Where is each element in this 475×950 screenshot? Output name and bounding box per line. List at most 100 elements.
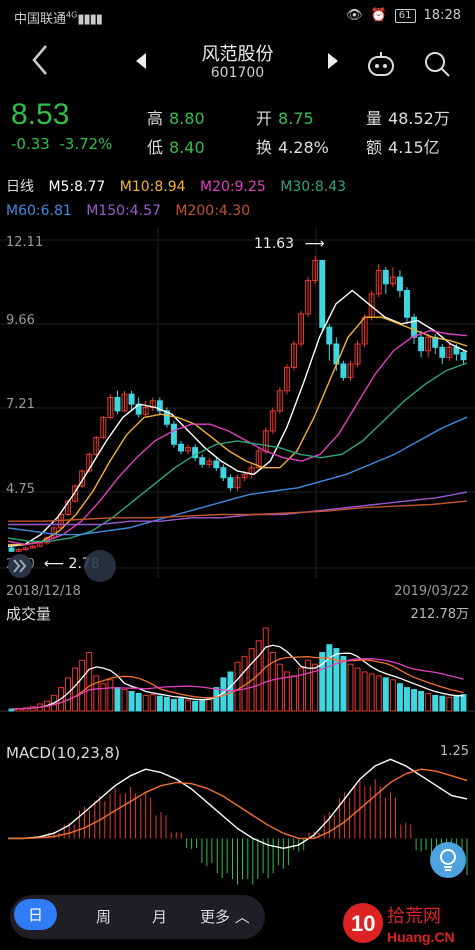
volume-bar (347, 663, 354, 712)
date-start: 2018/12/18 (6, 584, 81, 599)
ma-line-m200 (8, 500, 468, 522)
alarm-icon: ⏰ (370, 8, 387, 23)
candle-body (220, 467, 227, 479)
volume-bar (425, 692, 432, 712)
ma-item: M10:8.94 (119, 179, 186, 195)
candle-body (178, 443, 184, 452)
volume-bar (72, 667, 79, 712)
volume-bar (213, 687, 220, 712)
candle-body (404, 289, 410, 318)
volume-bar (163, 696, 170, 712)
period-label[interactable]: 日线 (6, 179, 34, 195)
ma-item: M30:8.43 (280, 179, 347, 195)
volume-bar (185, 699, 192, 712)
volume-bar (382, 677, 389, 712)
next-stock-icon[interactable] (326, 52, 340, 70)
macd-dif-line (8, 758, 468, 850)
volume-bar (192, 700, 199, 712)
watermark-logo: 10 拾荒网 Huang.CN (335, 898, 475, 948)
volume-bar (333, 648, 340, 712)
candle-body (340, 363, 347, 378)
tab-more[interactable]: 更多 ︿ (200, 906, 250, 927)
volume-bar (234, 661, 241, 712)
candle-body (128, 393, 135, 405)
y-tick-label: 4.75 (6, 482, 35, 497)
volume-bar (107, 679, 114, 712)
volume-bar (86, 651, 93, 712)
y-tick-label: 12.11 (6, 235, 44, 250)
candle-body (453, 346, 460, 355)
max-price-label: 11.63 ⟶ (254, 236, 325, 252)
turnover-rate: 换 4.28% (256, 138, 329, 157)
ma-legend: 日线 M5:8.77 M10:8.94 M20:9.25 M30:8.43 M6… (6, 175, 471, 223)
tab-week[interactable]: 周 (96, 906, 111, 927)
volume-bar (361, 671, 368, 712)
watermark-text: 拾荒网 (387, 906, 441, 927)
candle-body (439, 346, 446, 358)
y-tick-label: 9.66 (6, 313, 35, 328)
volume-bar (156, 695, 163, 712)
candle-body (227, 477, 234, 489)
volume-bar (460, 694, 467, 712)
volume-bar (93, 675, 100, 712)
volume-bar (79, 659, 86, 712)
volume-bar (142, 694, 149, 712)
volume-bar (432, 694, 439, 712)
volume-bar (340, 655, 347, 712)
macd-max: 1.25 (440, 744, 469, 759)
lightbulb-icon (440, 849, 456, 871)
candle-body (326, 326, 333, 345)
volume-title[interactable]: 成交量 (6, 603, 51, 624)
volume-bar (396, 683, 403, 712)
stock-code: 601700 (210, 65, 265, 81)
candle-body (418, 336, 425, 352)
candle-body (8, 547, 15, 552)
robot-assistant-icon[interactable] (366, 50, 396, 78)
chevron-up-icon: ︿ (234, 908, 250, 926)
candle-body (213, 460, 220, 469)
watermark-number: 10 (351, 911, 375, 936)
volume-bar (149, 694, 156, 712)
status-bar: 中国联通4G▮▮▮▮ 👁 ⏰ 61 18:28 (0, 0, 475, 32)
volume-bar (135, 692, 142, 712)
macd-title[interactable]: MACD(10,23,8) (6, 744, 120, 762)
volume-bar (170, 698, 177, 712)
high-price: 高 8.80 (147, 109, 205, 128)
ma-item: M20:9.25 (200, 179, 266, 195)
volume-bar (368, 673, 375, 712)
eye-icon: 👁 (346, 8, 363, 23)
candle-body (170, 423, 177, 445)
current-price: 8.53 (11, 98, 70, 131)
ma-item: M60:6.81 (6, 203, 72, 219)
volume-bar (326, 644, 333, 712)
watermark-domain: Huang.CN (387, 929, 455, 945)
volume-bar (319, 651, 326, 712)
volume-bar (453, 694, 460, 712)
volume-bar (354, 667, 361, 712)
ma-item: M150:4.57 (86, 203, 161, 219)
lightbulb-button[interactable] (430, 842, 466, 878)
search-icon[interactable] (423, 50, 451, 78)
period-switcher: 日 周 月 更多 ︿ (10, 895, 265, 939)
expand-chevrons-icon[interactable] (6, 554, 34, 578)
low-price: 低 8.40 (147, 138, 205, 157)
volume-max: 212.78万 (410, 607, 470, 622)
stock-name: 风范股份 (201, 44, 274, 65)
date-end: 2019/03/22 (394, 584, 469, 599)
carrier-label: 中国联通4G▮▮▮▮ (14, 10, 103, 27)
volume-bar (199, 698, 206, 712)
candle-body (382, 269, 389, 285)
volume-bar (389, 679, 396, 712)
volume-bar (291, 675, 297, 712)
open-price: 开 8.75 (256, 109, 314, 128)
ma-item: M5:8.77 (48, 179, 106, 195)
quote-panel: 8.53 -0.33 -3.72% 高 8.80 低 8.40 开 8.75 换 4.2… (0, 92, 475, 168)
candle-body (396, 276, 403, 291)
volume-bar (439, 695, 446, 712)
tab-month[interactable]: 月 (152, 906, 167, 927)
ma-line-m10 (8, 316, 468, 546)
volume-bar (178, 698, 184, 712)
tab-day[interactable]: 日 (14, 899, 58, 930)
collapse-circle-icon[interactable] (82, 549, 118, 583)
battery-icon: 61 (394, 8, 416, 23)
